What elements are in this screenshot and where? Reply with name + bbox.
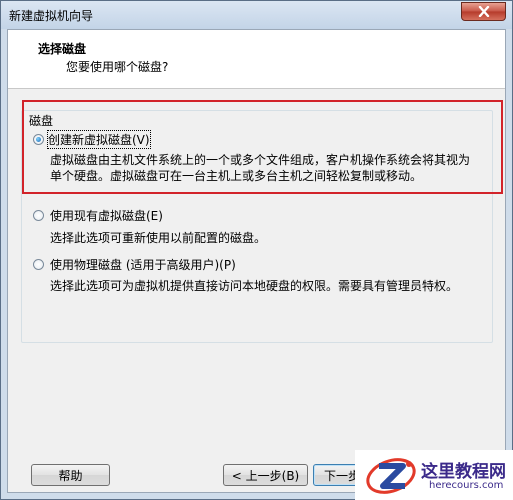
use-physical-disk-desc: 选择此选项可为虚拟机提供直接访问本地硬盘的权限。需要具有管理员特权。: [50, 279, 459, 293]
site-logo-icon: [366, 458, 416, 494]
use-existing-disk-label[interactable]: 使用现有虚拟磁盘(E): [50, 207, 163, 224]
window-title: 新建虚拟机向导: [9, 9, 94, 23]
back-button[interactable]: < 上一步(B): [223, 464, 308, 486]
wizard-window: 新建虚拟机向导 选择磁盘 您要使用哪个磁盘? 磁盘 创建新虚拟磁盘(V) 虚拟磁…: [0, 0, 513, 500]
use-physical-disk-label[interactable]: 使用物理磁盘 (适用于高级用户)(P): [50, 256, 236, 273]
help-button[interactable]: 帮助: [31, 464, 110, 486]
use-existing-disk-desc: 选择此选项可重新使用以前配置的磁盘。: [50, 231, 267, 245]
close-button[interactable]: [461, 2, 506, 21]
use-physical-disk-radio[interactable]: [33, 259, 44, 270]
page-title: 选择磁盘: [38, 42, 87, 56]
wizard-header: 选择磁盘 您要使用哪个磁盘?: [8, 30, 505, 89]
create-new-disk-radio[interactable]: [33, 134, 44, 145]
use-existing-disk-radio[interactable]: [33, 210, 44, 221]
wizard-body: 选择磁盘 您要使用哪个磁盘? 磁盘 创建新虚拟磁盘(V) 虚拟磁盘由主机文件系统…: [7, 29, 506, 493]
close-icon: [478, 6, 489, 17]
create-new-disk-desc-line2: 单个硬盘。虚拟磁盘可在一台主机上或多台主机之间轻松复制或移动。: [50, 169, 423, 183]
watermark-text-en: herecours.com: [429, 480, 504, 491]
watermark: 这里教程网 herecours.com: [355, 450, 513, 500]
create-new-disk-desc-line1: 虚拟磁盘由主机文件系统上的一个或多个文件组成，客户机操作系统会将其视为: [50, 153, 471, 167]
create-new-disk-label[interactable]: 创建新虚拟磁盘(V): [47, 130, 151, 149]
title-bar[interactable]: 新建虚拟机向导: [1, 1, 512, 29]
page-subtitle: 您要使用哪个磁盘?: [66, 60, 169, 74]
watermark-text-cn: 这里教程网: [421, 462, 506, 482]
